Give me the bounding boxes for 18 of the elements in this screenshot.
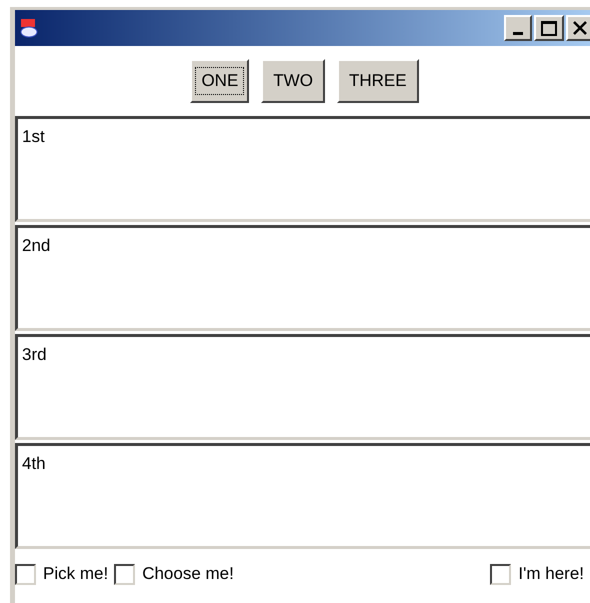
close-icon (573, 21, 587, 35)
checkbox-label: Choose me! (142, 563, 234, 586)
button[interactable]: TWO (261, 59, 325, 103)
button[interactable]: ONE (190, 59, 250, 103)
checkbox[interactable] (490, 564, 512, 584)
close-button[interactable] (566, 15, 590, 41)
text-area[interactable]: 3rd (15, 334, 590, 440)
checkbox-label: I'm here! (518, 563, 584, 586)
text-area[interactable]: 1st (15, 116, 590, 222)
minimize-button[interactable] (504, 15, 532, 41)
checkbox[interactable] (15, 564, 36, 584)
app-icon (19, 17, 39, 39)
text-area[interactable]: 4th (15, 443, 590, 549)
checkbox[interactable] (114, 564, 136, 584)
text-area[interactable]: 2nd (15, 225, 590, 331)
button[interactable]: THREE (336, 59, 419, 103)
maximize-button[interactable] (534, 15, 564, 41)
checkbox-label: Pick me! (43, 563, 108, 586)
